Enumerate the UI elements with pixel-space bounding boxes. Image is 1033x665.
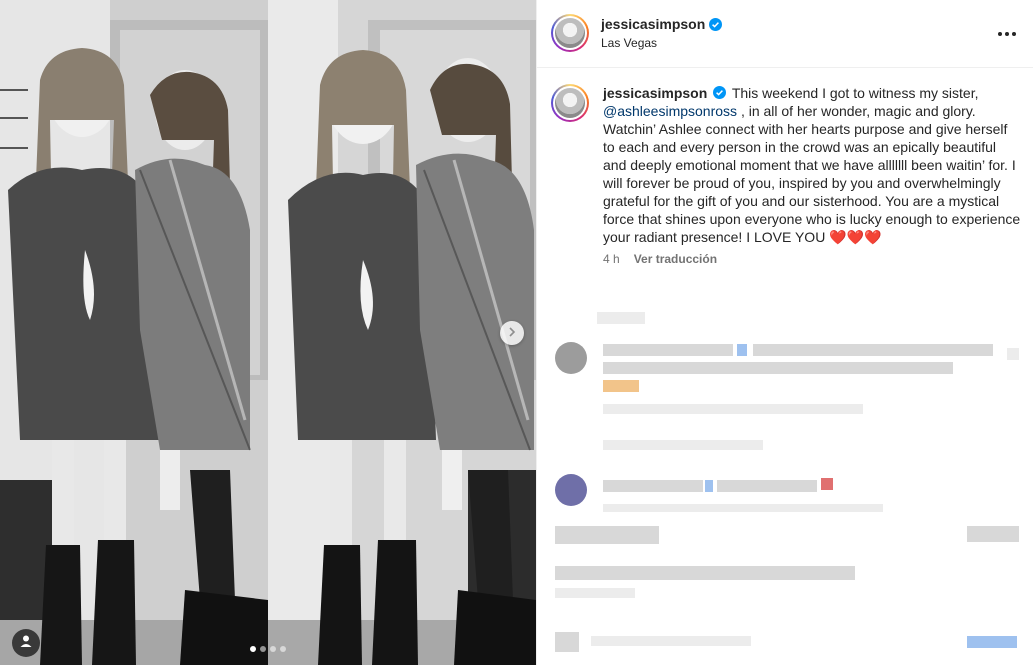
post-photo-right — [268, 0, 536, 665]
author-avatar[interactable] — [551, 14, 589, 52]
caption-author-avatar[interactable] — [551, 84, 589, 122]
chevron-right-icon — [507, 324, 517, 342]
caption-text: jessicasimpson This weekend I got to wit… — [603, 84, 1021, 246]
carousel-indicator — [0, 646, 536, 652]
caption-username[interactable]: jessicasimpson — [603, 85, 707, 101]
verified-badge-icon — [709, 17, 723, 31]
carousel-dot-1 — [250, 646, 256, 652]
carousel-dot-2 — [260, 646, 266, 652]
post-details-panel: jessicasimpson Las Vegas jessicasimpson … — [536, 0, 1033, 665]
post-caption: jessicasimpson This weekend I got to wit… — [551, 84, 1021, 266]
mention-link[interactable]: @ashleesimpsonross — [603, 103, 737, 119]
translate-button[interactable]: Ver traducción — [634, 252, 717, 266]
carousel-dot-3 — [270, 646, 276, 652]
post-location[interactable]: Las Vegas — [601, 36, 657, 50]
caption-intro: This weekend I got to witness my sister, — [731, 85, 979, 101]
more-options-button[interactable] — [995, 24, 1019, 44]
tagged-users-button[interactable] — [12, 629, 40, 657]
post-media-carousel[interactable] — [0, 0, 536, 665]
carousel-dot-4 — [280, 646, 286, 652]
verified-badge-icon — [713, 85, 727, 99]
post-header: jessicasimpson Las Vegas — [537, 0, 1033, 68]
more-options-icon — [998, 32, 1002, 36]
carousel-next-button[interactable] — [500, 321, 524, 345]
post-timestamp[interactable]: 4 h — [603, 252, 620, 266]
post-photo-left — [0, 0, 268, 665]
caption-meta: 4 h Ver traducción — [603, 252, 1021, 266]
author-username[interactable]: jessicasimpson — [601, 16, 705, 32]
obscured-comments — [537, 300, 1033, 665]
caption-body: , in all of her wonder, magic and glory.… — [603, 103, 1021, 245]
